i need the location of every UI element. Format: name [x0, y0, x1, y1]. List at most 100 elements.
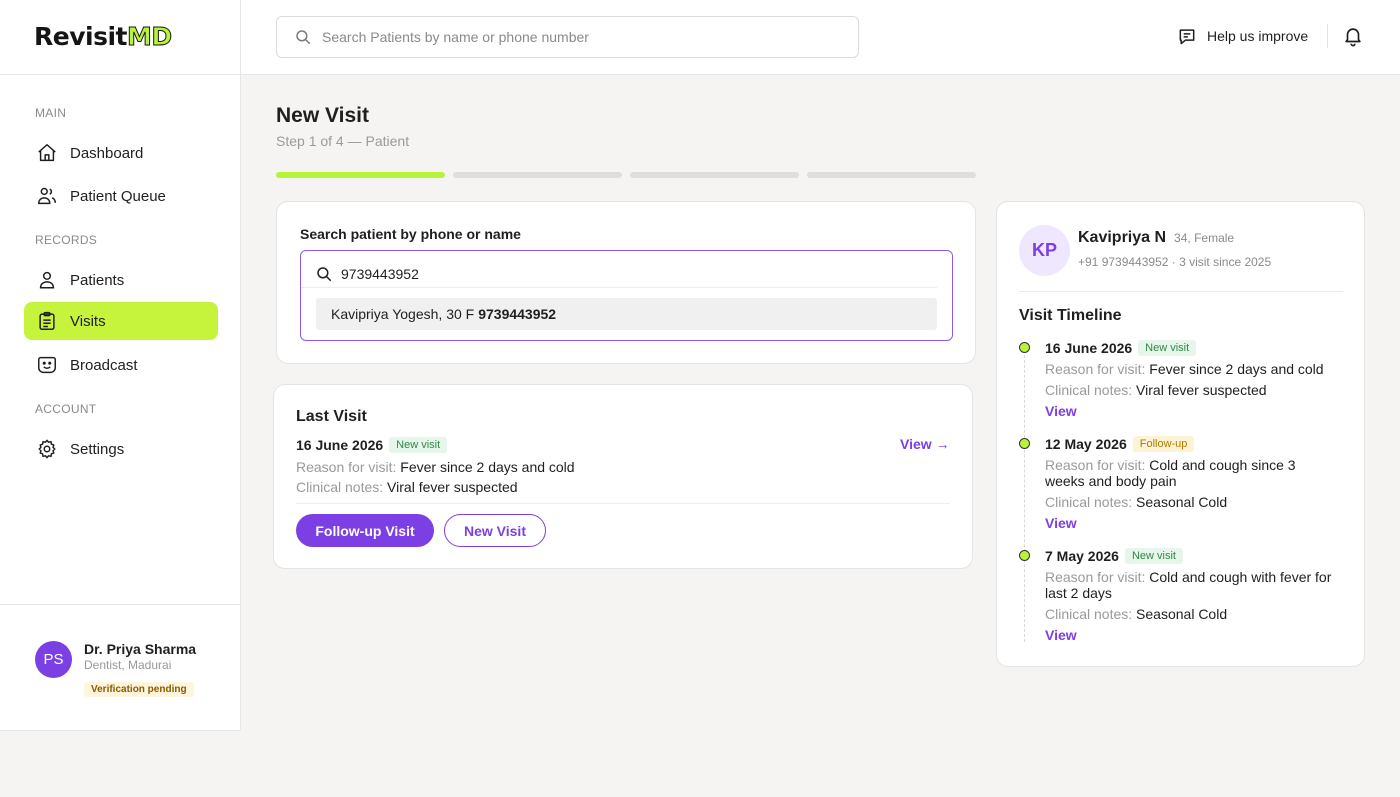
patient-search-input[interactable]: [341, 266, 901, 282]
section-label-account: ACCOUNT: [35, 402, 97, 416]
sidebar-item-label: Settings: [70, 440, 125, 458]
status-badge: New visit: [1138, 340, 1197, 356]
patient-summary-card: KP Kavipriya N 34, Female +91 9739443952…: [996, 201, 1365, 667]
sidebar-item-visits[interactable]: Visits: [24, 302, 218, 340]
timeline-view-link[interactable]: View: [1045, 403, 1077, 419]
last-visit-reason: Reason for visit: Fever since 2 days and…: [296, 459, 575, 475]
user-role: Dentist, Madurai: [84, 658, 172, 672]
timeline-dot: [1019, 438, 1030, 449]
avatar: PS: [35, 641, 72, 678]
notes-value: Viral fever suspected: [387, 479, 518, 495]
status-badge: New visit: [389, 437, 448, 453]
notes-label: Clinical notes:: [1045, 494, 1133, 510]
follow-up-visit-button[interactable]: Follow-up Visit: [296, 514, 434, 547]
patient-suggestion[interactable]: Kavipriya Yogesh, 30 F 9739443952: [316, 298, 937, 330]
status-badge: Follow-up: [1132, 436, 1195, 452]
patient-search-field[interactable]: Kavipriya Yogesh, 30 F 9739443952: [300, 250, 953, 341]
section-label-main: MAIN: [35, 106, 67, 120]
sidebar-item-label: Patient Queue: [70, 187, 166, 205]
timeline-view-link[interactable]: View: [1045, 515, 1077, 531]
timeline-view-link[interactable]: View: [1045, 627, 1077, 643]
status-badge: New visit: [1124, 548, 1183, 564]
sidebar-item-patients[interactable]: Patients: [24, 261, 218, 299]
divider: [296, 503, 950, 504]
patient-avatar: KP: [1019, 225, 1070, 276]
timeline-date: 16 June 2026: [1045, 340, 1133, 356]
logo[interactable]: RevisitMD: [34, 22, 240, 52]
notes-value: Viral fever suspected: [1136, 382, 1267, 398]
last-visit-date-row: 16 June 2026 New visit: [296, 437, 448, 453]
reason-label: Reason for visit:: [1045, 361, 1146, 377]
top-header: Help us improve: [241, 0, 1400, 75]
timeline-dot: [1019, 550, 1030, 561]
sidebar-item-dashboard[interactable]: Dashboard: [24, 134, 218, 172]
sidebar-item-label: Dashboard: [70, 144, 144, 162]
notifications-button[interactable]: [1342, 25, 1364, 47]
timeline-line: [1024, 350, 1025, 642]
patient-meta: 34, Female: [1174, 231, 1235, 245]
patient-contact: +91 9739443952 · 3 visit since 2025: [1078, 255, 1272, 269]
logo-area: RevisitMD: [0, 0, 240, 75]
progress-step-3: [630, 172, 799, 178]
help-us-improve-button[interactable]: Help us improve: [1177, 26, 1308, 46]
suggestion-text: Kavipriya Yogesh, 30 F: [331, 306, 475, 322]
verification-badge: Verification pending: [84, 682, 194, 697]
timeline-dot: [1019, 342, 1030, 353]
logo-accent: MD: [126, 22, 172, 52]
progress-step-1: [276, 172, 445, 178]
section-label-records: RECORDS: [35, 233, 98, 247]
user-name: Dr. Priya Sharma: [84, 641, 197, 657]
clipboard-icon: [36, 310, 58, 332]
user-profile[interactable]: PS Dr. Priya Sharma Dentist, Madurai Ver…: [0, 604, 240, 730]
reason-label: Reason for visit:: [296, 459, 397, 475]
gear-icon: [36, 438, 58, 460]
sidebar-item-patient-queue[interactable]: Patient Queue: [24, 177, 218, 215]
global-search[interactable]: [276, 16, 859, 58]
reason-value: Fever since 2 days and cold: [1149, 361, 1324, 377]
reason-label: Reason for visit:: [1045, 569, 1146, 585]
header-divider: [1327, 24, 1328, 48]
divider: [1019, 291, 1343, 292]
notes-value: Seasonal Cold: [1136, 606, 1228, 622]
bell-icon: [1342, 25, 1364, 47]
page-title: New Visit: [276, 104, 369, 127]
sidebar-item-label: Visits: [70, 312, 106, 330]
users-icon: [36, 185, 58, 207]
sidebar: RevisitMD MAIN Dashboard Patient Queue R…: [0, 0, 241, 731]
user-icon: [36, 269, 58, 291]
search-icon: [315, 265, 333, 283]
smiley-icon: [36, 354, 58, 376]
timeline-title: Visit Timeline: [1019, 307, 1122, 324]
patient-search-card: Search patient by phone or name Kavipriy…: [276, 201, 976, 364]
last-visit-date: 16 June 2026: [296, 437, 384, 453]
patient-header: Kavipriya N 34, Female: [1078, 229, 1234, 247]
timeline-date: 7 May 2026: [1045, 548, 1119, 564]
sidebar-item-label: Patients: [70, 271, 125, 289]
last-visit-card: Last Visit 16 June 2026 New visit Reason…: [273, 384, 973, 569]
home-icon: [36, 142, 58, 164]
logo-text: Revisit: [34, 22, 127, 51]
view-last-visit-link[interactable]: View →: [900, 436, 950, 452]
reason-label: Reason for visit:: [1045, 457, 1146, 473]
reason-value: Fever since 2 days and cold: [400, 459, 575, 475]
sidebar-item-broadcast[interactable]: Broadcast: [24, 346, 218, 384]
suggestion-phone: 9739443952: [478, 306, 557, 322]
search-icon: [294, 28, 312, 46]
page-step: Step 1 of 4 — Patient: [276, 133, 410, 149]
progress-step-2: [453, 172, 622, 178]
notes-label: Clinical notes:: [1045, 382, 1133, 398]
last-visit-title: Last Visit: [296, 408, 367, 425]
last-visit-notes: Clinical notes: Viral fever suspected: [296, 479, 518, 495]
new-visit-button[interactable]: New Visit: [444, 514, 546, 547]
feedback-icon: [1177, 26, 1197, 46]
progress-step-4: [807, 172, 976, 178]
help-label: Help us improve: [1207, 28, 1309, 44]
sidebar-item-label: Broadcast: [70, 356, 138, 374]
sidebar-item-settings[interactable]: Settings: [24, 430, 218, 468]
notes-label: Clinical notes:: [296, 479, 384, 495]
notes-value: Seasonal Cold: [1136, 494, 1228, 510]
patient-search-label: Search patient by phone or name: [300, 226, 521, 242]
search-input[interactable]: [322, 29, 822, 45]
patient-name: Kavipriya N: [1078, 229, 1167, 246]
notes-label: Clinical notes:: [1045, 606, 1133, 622]
